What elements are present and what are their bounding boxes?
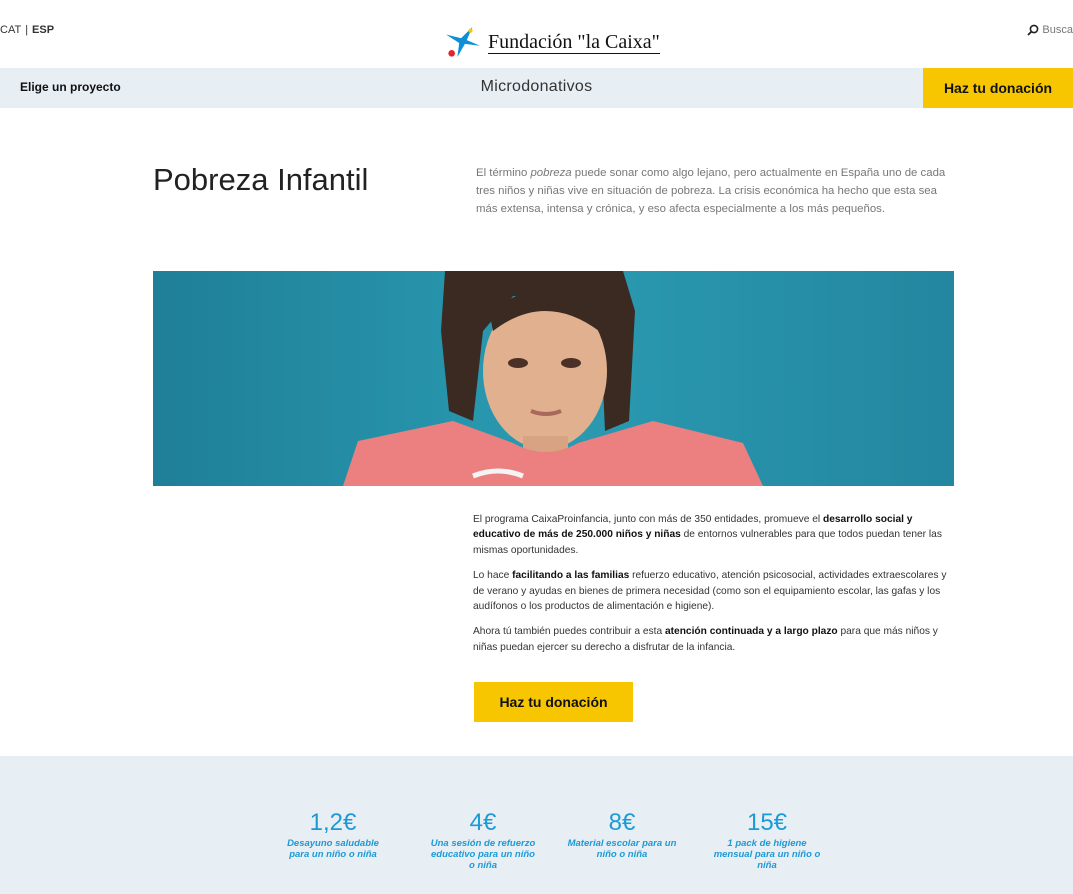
lang-cat-link[interactable]: CAT [0, 24, 21, 36]
caixa-star-icon [446, 26, 480, 58]
donation-amount: 8€ [608, 809, 636, 836]
logo-text: Fundación "la Caixa" [488, 30, 660, 54]
p3-text-a: Ahora tú también puedes contribuir a est… [473, 626, 665, 638]
donate-nav-button[interactable]: Haz tu donación [923, 68, 1073, 108]
top-bar: CAT | ESP Fundación "la Caixa" Busca [0, 16, 1073, 68]
donation-description: Una sesión de refuerzo educativo para un… [430, 838, 536, 871]
donation-option-4[interactable]: 15€ 1 pack de higiene mensual para un ni… [712, 809, 822, 872]
search-label: Busca [1042, 24, 1073, 36]
lang-separator: | [25, 24, 29, 36]
donation-amount: 4€ [469, 809, 497, 836]
logo[interactable]: Fundación "la Caixa" [444, 24, 660, 60]
donation-option-2[interactable]: 4€ Una sesión de refuerzo educativo para… [428, 809, 538, 872]
donation-amount: 1,2€ [309, 809, 357, 836]
p3-text-bold: atención continuada y a largo plazo [664, 626, 838, 638]
hero-image [153, 271, 954, 486]
language-switcher: CAT | ESP [0, 24, 54, 36]
donation-description: Desayuno saludable para un niño o niña [287, 838, 379, 860]
donation-amount: 15€ [746, 809, 788, 836]
program-description: El programa CaixaProinfancia, junto con … [473, 512, 958, 665]
search-icon [1027, 24, 1039, 36]
paragraph-2: Lo hace facilitando a las familias refue… [473, 568, 958, 614]
paragraph-3: Ahora tú también puedes contribuir a est… [473, 624, 958, 655]
intro-text-a: El término [476, 167, 531, 179]
donation-option-1[interactable]: 1,2€ Desayuno saludable para un niño o n… [278, 809, 388, 861]
page: CAT | ESP Fundación "la Caixa" Busca Elige… [0, 16, 1073, 894]
intro-text: El término pobreza puede sonar como algo… [476, 164, 956, 218]
intro-text-em: pobreza [530, 167, 572, 179]
nav-bar: Elige un proyecto Microdonativos Haz tu … [0, 68, 1073, 108]
paragraph-1: El programa CaixaProinfancia, junto con … [473, 512, 958, 558]
search-link[interactable]: Busca [1027, 24, 1073, 36]
donation-description: Material escolar para un niño o niña [567, 838, 677, 860]
page-title: Pobreza Infantil [153, 162, 369, 197]
nav-title: Microdonativos [480, 78, 593, 95]
donate-button[interactable]: Haz tu donación [474, 682, 633, 722]
donation-description: 1 pack de higiene mensual para un niño o… [713, 838, 821, 871]
lang-esp-link[interactable]: ESP [32, 24, 54, 36]
donation-option-3[interactable]: 8€ Material escolar para un niño o niña [567, 809, 677, 861]
p2-text-bold: facilitando a las familias [512, 570, 630, 582]
p2-text-a: Lo hace [473, 570, 513, 582]
p1-text-a: El programa CaixaProinfancia, junto con … [473, 514, 823, 525]
donation-options: 1,2€ Desayuno saludable para un niño o n… [0, 756, 1073, 894]
child-portrait-image [153, 271, 954, 486]
